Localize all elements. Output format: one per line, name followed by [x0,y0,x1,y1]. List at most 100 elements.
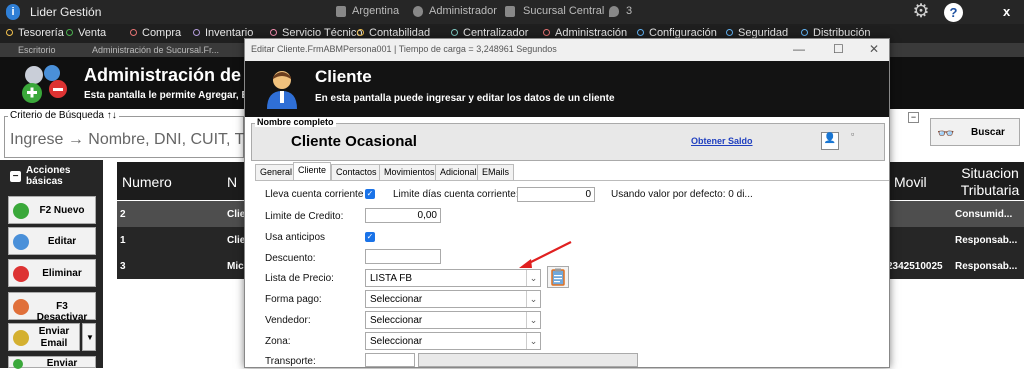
limite-credito-input[interactable]: 0,00 [365,208,441,223]
menu-dot-icon [637,29,644,36]
action-button-label: Enviar Email [38,326,70,349]
action-button-edit[interactable]: Editar [8,227,96,255]
cell-numero: 2 [120,209,126,220]
forma-pago-label: Forma pago: [265,294,322,305]
action-button-deactivate[interactable]: F3 Desactivar [8,292,96,323]
binoculars-icon: 👓 [937,125,955,141]
vendedor-value: Seleccionar [370,315,423,326]
tab-cliente[interactable]: Cliente [293,162,332,180]
menu-item-label: Compra [142,27,182,39]
limite-dias-label: Limite días cuenta corriente: [393,189,519,200]
cell-movil: 2342510025 [887,261,943,272]
vendedor-select[interactable]: Seleccionar ⌄ [365,311,541,329]
actions-header[interactable]: − Acciones básicas [6,165,98,187]
usa-anticipos-label: Usa anticipos [265,232,326,243]
descuento-input[interactable] [365,249,441,264]
client-name[interactable]: Cliente Ocasional [291,133,417,150]
transporte-code-input[interactable] [365,353,415,367]
forma-pago-select[interactable]: Seleccionar ⌄ [365,290,541,308]
chevron-down-icon: ⌄ [526,333,540,349]
usa-anticipos-checkbox[interactable]: ✓ [365,232,375,242]
action-button-email[interactable]: Enviar Email [8,323,80,351]
user-icon [413,6,423,17]
action-button-delete[interactable]: Eliminar [8,259,96,287]
resize-marker: ▫ [851,129,855,139]
help-button[interactable]: ? [944,3,963,22]
deactivate-icon [13,299,29,315]
edit-client-dialog: Editar Cliente.FrmABMPersona001 | Tiempo… [244,38,890,368]
collapse-search-button[interactable]: − [908,112,919,123]
delete-icon [13,266,29,282]
tab-general[interactable]: General [255,164,298,180]
cell-nombre: Clie [227,209,246,220]
menu-dot-icon [543,29,550,36]
menu-dot-icon [130,29,137,36]
lista-precio-value: LISTA FB [370,273,413,284]
cell-numero: 3 [120,261,126,272]
id-card-icon: 👤 [823,133,837,144]
chevron-down-icon: ⌄ [526,291,540,307]
menu-item-compra[interactable]: Compra [130,27,181,39]
tab-adicional[interactable]: Adicional [435,164,482,180]
collapse-icon: − [10,171,21,182]
menu-item-tesorería[interactable]: Tesorería [6,27,64,39]
transporte-label: Transporte: [265,356,316,367]
lleva-cc-checkbox[interactable]: ✓ [365,189,375,199]
tab-movimientos[interactable]: Movimientos [379,164,440,180]
col-situacion[interactable]: Situacion Tributaria [955,165,1024,199]
action-button-label: F2 Nuevo [39,205,85,216]
doc-tab-escritorio[interactable]: Escritorio [12,44,62,57]
col-nombre[interactable]: N [227,174,237,190]
col-movil[interactable]: Movil [894,174,927,190]
cell-numero: 1 [120,235,126,246]
default-hint: Usando valor por defecto: 0 di... [611,189,753,200]
search-input[interactable]: Ingrese → Nombre, DNI, CUIT, T [8,127,244,153]
close-dialog-button[interactable]: ✕ [869,42,879,56]
email-options-dropdown[interactable]: ▼ [82,323,96,351]
page-subtitle: Esta pantalla le permite Agregar, El [84,90,251,101]
search-button[interactable]: 👓 Buscar [930,118,1020,146]
dialog-title-bar: Editar Cliente.FrmABMPersona001 | Tiempo… [245,39,889,61]
forma-pago-value: Seleccionar [370,294,423,305]
page-title: Administración de C [84,65,260,85]
email-icon [13,330,29,346]
client-card-button[interactable]: 👤 [821,132,839,150]
dialog-header: Cliente En esta pantalla puede ingresar … [245,61,889,117]
action-button-label: Enviar [46,358,78,369]
action-button-add[interactable]: F2 Nuevo [8,196,96,224]
col-numero[interactable]: Numero [122,174,172,190]
lleva-cc-label: Lleva cuenta corriente [265,189,364,200]
zona-value: Seleccionar [370,336,423,347]
user-label: Administrador [429,5,497,17]
menu-dot-icon [801,29,808,36]
descuento-label: Descuento: [265,253,316,264]
edit-icon [13,234,29,250]
caret-down-icon: ▼ [86,333,94,342]
dialog-window-title: Editar Cliente.FrmABMPersona001 | Tiempo… [251,44,557,54]
actions-header-label: Acciones básicas [26,165,71,187]
tab-emails[interactable]: EMails [477,164,515,180]
action-button-label: Eliminar [42,268,82,279]
menu-item-venta[interactable]: Venta [66,27,106,39]
action-button-label: Editar [47,236,77,247]
gear-icon[interactable]: ⚙ [911,2,931,22]
menu-item-label: Tesorería [18,27,64,39]
close-app-button[interactable]: x [1003,4,1010,19]
zona-label: Zona: [265,336,291,347]
obtener-saldo-link[interactable]: Obtener Saldo [691,136,753,146]
minimize-button[interactable]: — [793,42,805,56]
doc-tab-sucursal[interactable]: Administración de Sucursal.Fr... [86,44,225,57]
action-button-send[interactable]: Enviar [8,356,96,369]
menu-dot-icon [270,29,277,36]
zona-select[interactable]: Seleccionar ⌄ [365,332,541,350]
chevron-down-icon: ⌄ [526,312,540,328]
search-legend: Criterio de Búsqueda ↑↓ [8,110,119,121]
branch-label: Sucursal Central [523,5,605,17]
maximize-button[interactable]: ☐ [833,42,844,56]
cell-nombre: Clie [227,235,246,246]
tab-contactos[interactable]: Contactos [331,164,382,180]
limite-dias-input[interactable]: 0 [517,187,595,202]
limite-credito-label: Limite de Credito: [265,211,344,222]
nombre-completo-legend: Nombre completo [255,117,336,127]
menu-dot-icon [6,29,13,36]
